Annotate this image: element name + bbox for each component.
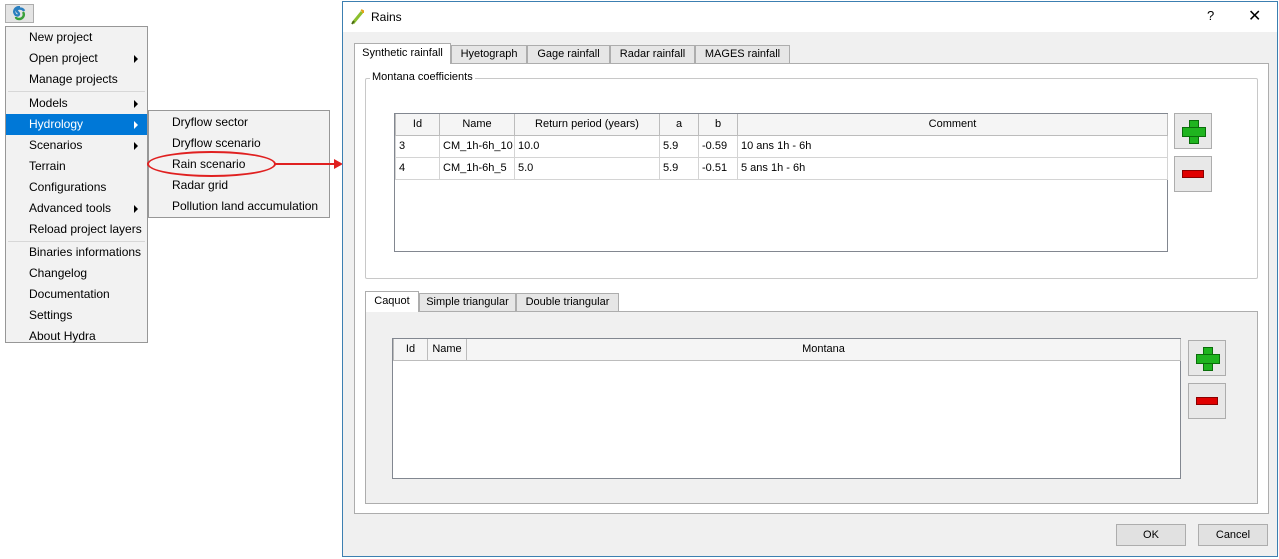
add-caquot-button[interactable] <box>1188 340 1226 376</box>
menu-item-open-project[interactable]: Open project <box>6 48 147 69</box>
menu-item-changelog[interactable]: Changelog <box>6 263 147 284</box>
submenu-arrow-icon <box>134 142 138 150</box>
annotation-ellipse <box>147 151 276 177</box>
column-header-name[interactable]: Name <box>427 339 467 361</box>
cell-name[interactable]: CM_1h-6h_5 <box>439 156 515 180</box>
help-button[interactable]: ? <box>1207 8 1214 23</box>
tab-simple-triangular[interactable]: Simple triangular <box>419 293 516 311</box>
column-header-b[interactable]: b <box>698 114 738 136</box>
column-header-a[interactable]: a <box>659 114 699 136</box>
table-row[interactable]: 4 CM_1h-6h_5 5.0 5.9 -0.51 5 ans 1h - 6h <box>395 156 1168 180</box>
tab-double-triangular[interactable]: Double triangular <box>516 293 619 311</box>
cell-id[interactable]: 3 <box>395 134 440 158</box>
menu-item-binaries-informations[interactable]: Binaries informations <box>6 242 147 263</box>
rainfall-tabbar: Synthetic rainfall Hyetograph Gage rainf… <box>354 43 954 64</box>
submenu-arrow-icon <box>134 100 138 108</box>
menu-item-hydrology[interactable]: Hydrology <box>6 114 147 135</box>
cell-name[interactable]: CM_1h-6h_10 <box>439 134 515 158</box>
submenu-item-radar-grid[interactable]: Radar grid <box>149 175 329 196</box>
menu-item-settings[interactable]: Settings <box>6 305 147 326</box>
hyetograph-type-tabbar: Caquot Simple triangular Double triangul… <box>365 291 765 312</box>
column-header-comment[interactable]: Comment <box>737 114 1168 136</box>
hydra-menu: New project Open project Manage projects… <box>5 26 148 343</box>
cell-comment[interactable]: 5 ans 1h - 6h <box>737 156 1168 180</box>
submenu-item-pollution-land-accumulation[interactable]: Pollution land accumulation <box>149 196 329 217</box>
rain-pen-icon <box>351 9 364 25</box>
montana-coefficients-group: Montana coefficients Id Name Return peri… <box>365 71 1258 279</box>
cell-return-period[interactable]: 5.0 <box>514 156 660 180</box>
table-row[interactable]: 3 CM_1h-6h_10 10.0 5.9 -0.59 10 ans 1h -… <box>395 134 1168 158</box>
submenu-arrow-icon <box>134 121 138 129</box>
dialog-title: Rains <box>371 10 402 24</box>
minus-icon <box>1182 170 1204 178</box>
column-header-return-period[interactable]: Return period (years) <box>514 114 660 136</box>
column-header-id[interactable]: Id <box>395 114 440 136</box>
cell-a[interactable]: 5.9 <box>659 134 699 158</box>
remove-montana-button[interactable] <box>1174 156 1212 192</box>
synthetic-rainfall-pane: Montana coefficients Id Name Return peri… <box>354 63 1269 514</box>
menu-item-scenarios[interactable]: Scenarios <box>6 135 147 156</box>
column-header-id[interactable]: Id <box>393 339 428 361</box>
plus-icon <box>1196 347 1220 371</box>
ok-button[interactable]: OK <box>1116 524 1186 546</box>
submenu-arrow-icon <box>134 55 138 63</box>
cell-id[interactable]: 4 <box>395 156 440 180</box>
montana-coefficients-title: Montana coefficients <box>370 71 475 83</box>
column-header-name[interactable]: Name <box>439 114 515 136</box>
cell-b[interactable]: -0.59 <box>698 134 738 158</box>
submenu-item-dryflow-scenario[interactable]: Dryflow scenario <box>149 133 329 154</box>
submenu-arrow-icon <box>134 205 138 213</box>
rains-dialog: Rains ? ✕ Synthetic rainfall Hyetograph … <box>342 1 1278 557</box>
add-montana-button[interactable] <box>1174 113 1212 149</box>
minus-icon <box>1196 397 1218 405</box>
tab-caquot[interactable]: Caquot <box>365 291 419 312</box>
menu-item-documentation[interactable]: Documentation <box>6 284 147 305</box>
menu-separator <box>8 91 145 92</box>
tab-hyetograph[interactable]: Hyetograph <box>451 45 527 63</box>
submenu-item-dryflow-sector[interactable]: Dryflow sector <box>149 112 329 133</box>
caquot-pane: Id Name Montana <box>365 311 1258 504</box>
caquot-table[interactable]: Id Name Montana <box>392 338 1181 479</box>
tab-radar-rainfall[interactable]: Radar rainfall <box>610 45 695 63</box>
close-button[interactable]: ✕ <box>1248 6 1261 26</box>
column-header-montana[interactable]: Montana <box>466 339 1181 361</box>
menu-item-new-project[interactable]: New project <box>6 27 147 48</box>
hydra-plugin-button[interactable] <box>5 4 34 23</box>
hydra-logo-icon <box>12 6 25 21</box>
plus-icon <box>1182 120 1206 144</box>
montana-table[interactable]: Id Name Return period (years) a b Commen… <box>394 113 1168 252</box>
menu-item-manage-projects[interactable]: Manage projects <box>6 69 147 90</box>
remove-caquot-button[interactable] <box>1188 383 1226 419</box>
menu-item-about-hydra[interactable]: About Hydra <box>6 326 147 347</box>
menu-item-reload-project-layers[interactable]: Reload project layers <box>6 219 147 240</box>
cancel-button[interactable]: Cancel <box>1198 524 1268 546</box>
menu-item-advanced-tools[interactable]: Advanced tools <box>6 198 147 219</box>
annotation-arrow-line <box>275 163 335 165</box>
cell-return-period[interactable]: 10.0 <box>514 134 660 158</box>
tab-synthetic-rainfall[interactable]: Synthetic rainfall <box>354 43 451 64</box>
cell-a[interactable]: 5.9 <box>659 156 699 180</box>
tab-gage-rainfall[interactable]: Gage rainfall <box>527 45 610 63</box>
tab-mages-rainfall[interactable]: MAGES rainfall <box>695 45 790 63</box>
cell-comment[interactable]: 10 ans 1h - 6h <box>737 134 1168 158</box>
dialog-titlebar[interactable]: Rains ? ✕ <box>343 2 1277 32</box>
cell-b[interactable]: -0.51 <box>698 156 738 180</box>
menu-item-configurations[interactable]: Configurations <box>6 177 147 198</box>
menu-item-terrain[interactable]: Terrain <box>6 156 147 177</box>
menu-item-models[interactable]: Models <box>6 93 147 114</box>
